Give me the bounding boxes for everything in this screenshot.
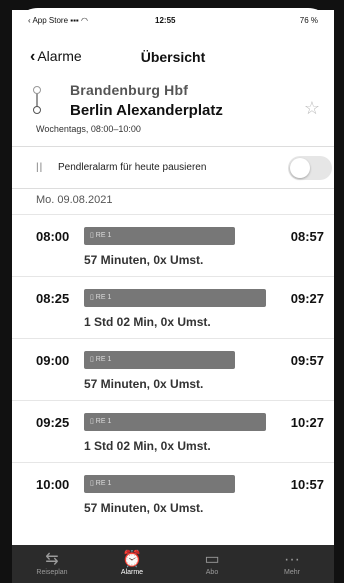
departure-time: 08:25: [36, 291, 70, 306]
tab-mehr[interactable]: ··· Mehr: [252, 551, 332, 576]
connection-row[interactable]: 10:00 ▯ RE 1 10:57 57 Minuten, 0x Umst.: [12, 462, 334, 525]
phone-frame: ‹ App Store ▪▪▪ ◠ 12:55 76 % ‹ Alarme Übe…: [0, 0, 344, 583]
journey-info: 1 Std 02 Min, 0x Umst.: [84, 439, 211, 453]
more-icon: ···: [284, 551, 300, 568]
phone-bezel-right: [334, 0, 344, 583]
navigation-bar: ‹ Alarme Übersicht: [12, 44, 334, 68]
train-label: ▯ RE 1: [90, 356, 112, 363]
pause-row: || Pendleralarm für heute pausieren: [12, 148, 334, 188]
journey-bar: ▯ RE 1: [84, 413, 266, 431]
arrival-time: 08:57: [290, 229, 324, 244]
toggle-knob: [290, 158, 310, 178]
train-label: ▯ RE 1: [90, 480, 112, 487]
tab-label: Mehr: [284, 569, 300, 576]
tab-alarme[interactable]: ⏰ Alarme: [92, 551, 172, 576]
date-label: Mo. 09.08.2021: [36, 194, 113, 206]
divider: [12, 188, 334, 189]
journey-bar: ▯ RE 1: [84, 289, 266, 307]
arrival-time: 09:27: [290, 291, 324, 306]
departure-time: 10:00: [36, 477, 70, 492]
status-battery: 76 %: [299, 16, 318, 25]
favorite-star-icon[interactable]: ☆: [304, 98, 320, 119]
status-carrier: ‹ App Store ▪▪▪ ◠: [28, 16, 88, 25]
route-icon: ⇆: [45, 551, 59, 568]
arrival-time: 10:57: [290, 477, 324, 492]
tab-label: Alarme: [120, 569, 144, 576]
pause-icon: ||: [36, 162, 44, 173]
departure-time: 09:25: [36, 415, 70, 430]
arrival-time: 09:57: [290, 353, 324, 368]
tab-label: Reiseplan: [36, 569, 68, 576]
train-label: ▯ RE 1: [90, 232, 112, 239]
route-from: Brandenburg Hbf: [70, 82, 189, 98]
page-title: Übersicht: [140, 49, 206, 65]
journey-bar: ▯ RE 1: [84, 351, 235, 369]
alarm-icon: ⏰: [122, 551, 142, 568]
pause-toggle[interactable]: [288, 156, 332, 180]
tab-label: Abo: [205, 569, 219, 576]
status-time: 12:55: [155, 16, 176, 25]
journey-info: 1 Std 02 Min, 0x Umst.: [84, 315, 211, 329]
ticket-icon: ▭: [204, 551, 220, 568]
journey-bar: ▯ RE 1: [84, 475, 235, 493]
status-bar: ‹ App Store ▪▪▪ ◠ 12:55 76 %: [12, 8, 334, 30]
connection-row[interactable]: 09:25 ▯ RE 1 10:27 1 Std 02 Min, 0x Umst…: [12, 400, 334, 463]
train-label: ▯ RE 1: [90, 294, 112, 301]
journey-bar: ▯ RE 1: [84, 227, 235, 245]
connection-row[interactable]: 08:00 ▯ RE 1 08:57 57 Minuten, 0x Umst.: [12, 214, 334, 277]
pause-label: Pendleralarm für heute pausieren: [58, 162, 207, 173]
phone-bezel-left: [0, 0, 12, 583]
route-schedule: Wochentags, 08:00–10:00: [36, 124, 141, 134]
route-line-icon: [33, 86, 41, 114]
journey-info: 57 Minuten, 0x Umst.: [84, 501, 204, 515]
tab-abo[interactable]: ▭ Abo: [172, 551, 252, 576]
departure-time: 08:00: [36, 229, 70, 244]
journey-info: 57 Minuten, 0x Umst.: [84, 377, 204, 391]
route-header: Brandenburg Hbf Berlin Alexanderplatz ☆: [12, 76, 334, 146]
connection-row[interactable]: 08:25 ▯ RE 1 09:27 1 Std 02 Min, 0x Umst…: [12, 276, 334, 339]
tab-bar: ⇆ Reiseplan ⏰ Alarme ▭ Abo ··· Mehr: [12, 545, 334, 583]
journey-info: 57 Minuten, 0x Umst.: [84, 253, 204, 267]
departure-time: 09:00: [36, 353, 70, 368]
app-screen: ‹ App Store ▪▪▪ ◠ 12:55 76 % ‹ Alarme Übe…: [12, 8, 334, 583]
tab-reiseplan[interactable]: ⇆ Reiseplan: [12, 551, 92, 576]
train-label: ▯ RE 1: [90, 418, 112, 425]
divider: [12, 146, 334, 147]
connection-row[interactable]: 09:00 ▯ RE 1 09:57 57 Minuten, 0x Umst.: [12, 338, 334, 401]
route-to: Berlin Alexanderplatz: [70, 102, 223, 119]
arrival-time: 10:27: [290, 415, 324, 430]
